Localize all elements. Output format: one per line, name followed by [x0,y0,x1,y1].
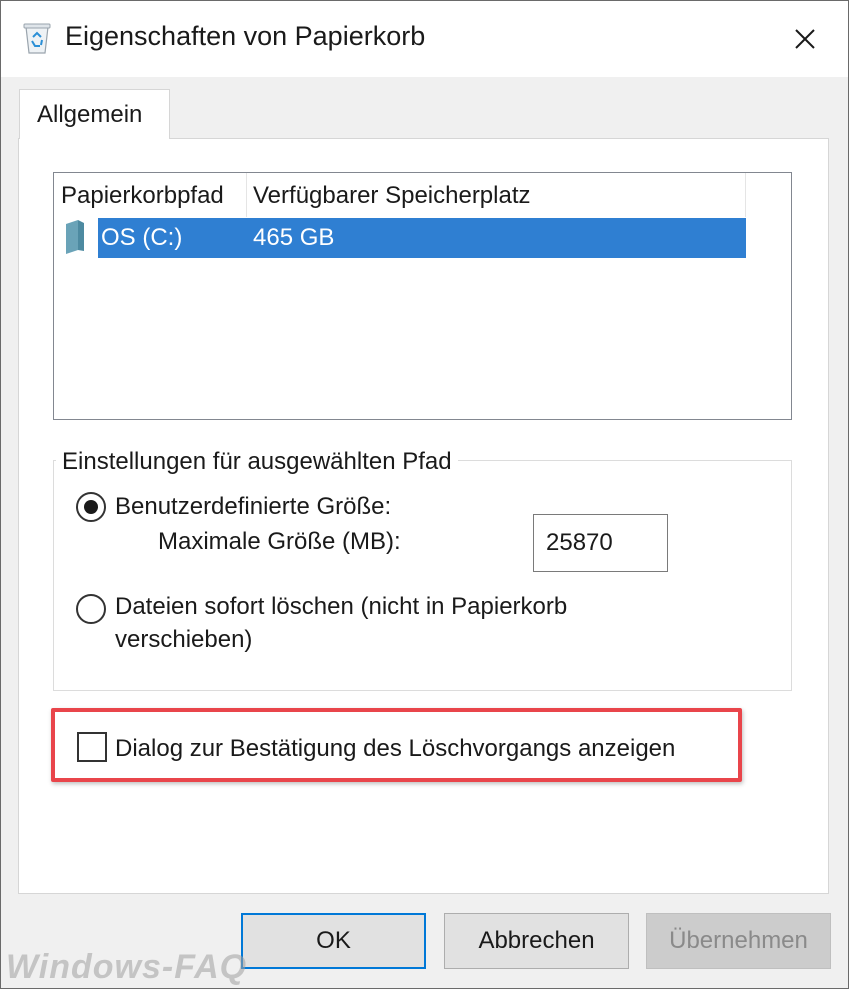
list-item-space: 465 GB [253,224,335,251]
title-bar: Eigenschaften von Papierkorb [1,1,848,77]
window-title: Eigenschaften von Papierkorb [65,21,426,51]
close-button[interactable] [781,17,829,61]
max-size-input[interactable] [533,514,668,572]
close-icon [795,29,815,49]
delete-immediately-label-line1: Dateien sofort löschen (nicht in Papierk… [115,593,568,620]
recycle-bin-icon [23,23,51,54]
settings-group-legend: Einstellungen für ausgewählten Pfad [56,447,458,477]
custom-size-label: Benutzerdefinierte Größe: [115,493,392,520]
drive-icon [66,220,84,254]
tab-allgemein[interactable]: Allgemein [19,89,170,139]
confirm-dialog-checkbox[interactable] [77,732,107,762]
delete-immediately-radio[interactable] [76,594,106,624]
list-item-os-c[interactable]: OS (C:) 465 GB [98,218,746,258]
confirm-dialog-label: Dialog zur Bestätigung des Löschvorgangs… [115,735,676,762]
max-size-label: Maximale Größe (MB): [158,528,401,555]
cancel-button[interactable]: Abbrechen [444,913,629,969]
apply-button: Übernehmen [646,913,831,969]
column-header-space[interactable]: Verfügbarer Speicherplatz [253,173,531,217]
custom-size-radio[interactable] [76,492,106,522]
delete-immediately-label-line2: verschieben) [115,626,253,653]
list-item-path: OS (C:) [101,224,183,251]
column-header-path[interactable]: Papierkorbpfad [61,173,224,217]
column-separator[interactable] [246,173,247,217]
ok-button[interactable]: OK [241,913,426,969]
recycle-bin-location-list[interactable]: Papierkorbpfad Verfügbarer Speicherplatz… [53,172,792,420]
column-header-end [745,173,746,217]
